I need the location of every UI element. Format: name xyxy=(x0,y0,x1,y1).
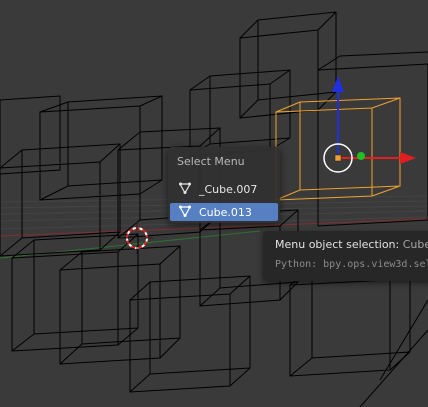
translate-widget[interactable] xyxy=(323,76,416,173)
y-axis-handle[interactable] xyxy=(357,152,365,160)
origin-dot-icon xyxy=(334,154,342,162)
x-arrow-icon[interactable] xyxy=(400,152,416,164)
select-menu: Select Menu _Cube.007 Cube.013 xyxy=(168,147,280,223)
menu-item-cube-013[interactable]: Cube.013 xyxy=(170,203,278,221)
tooltip-python: Python: bpy.ops.view3d.sel xyxy=(275,259,428,270)
menu-item-label: Cube.013 xyxy=(199,206,252,219)
menu-title: Select Menu xyxy=(177,155,245,168)
z-arrow-icon[interactable] xyxy=(332,76,344,92)
tooltip-value: Cube.0 xyxy=(402,238,428,251)
menu-item-cube-007[interactable]: _Cube.007 xyxy=(170,180,278,198)
menu-item-label: Cube.007 xyxy=(204,183,258,196)
tooltip-label: Menu object selection: xyxy=(275,238,400,251)
mesh-object-icon xyxy=(179,182,191,194)
mesh-object-icon xyxy=(179,205,191,217)
tooltip: Menu object selection: Cube.0 Python: bp… xyxy=(263,231,428,281)
